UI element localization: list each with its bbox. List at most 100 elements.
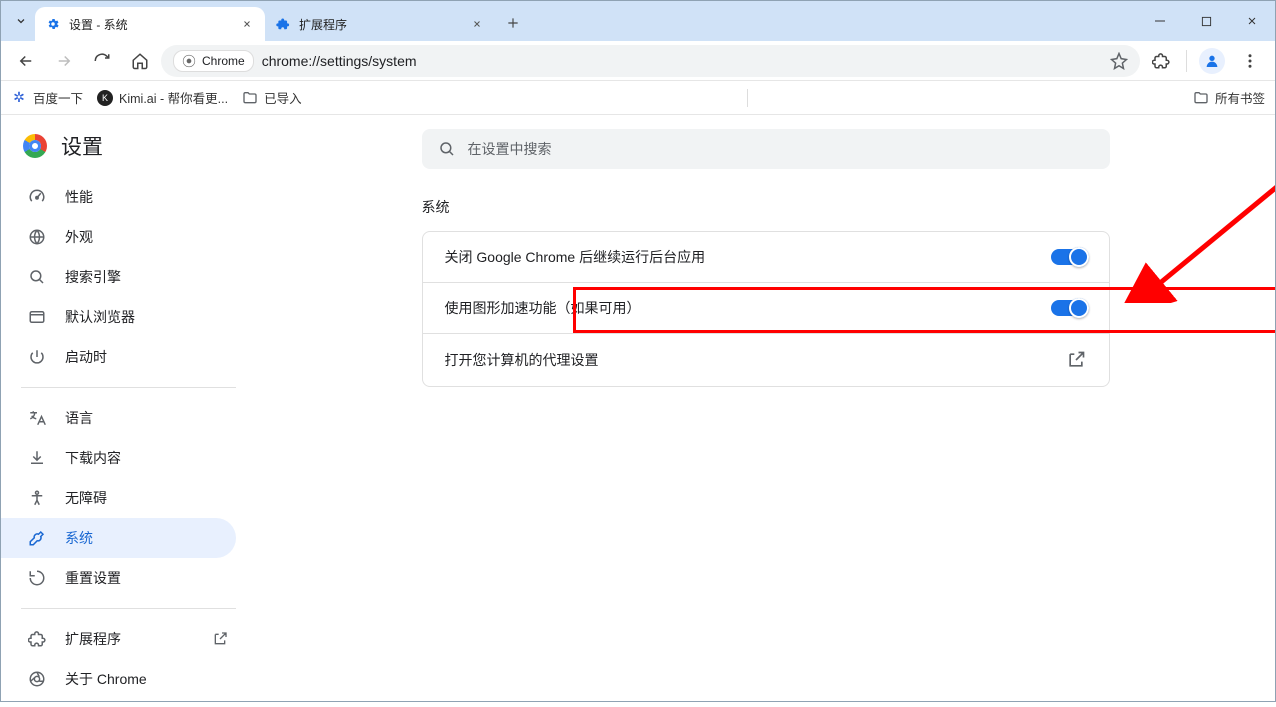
wrench-icon xyxy=(27,528,47,548)
settings-title: 设置 xyxy=(61,131,103,161)
setting-row-label: 打开您计算机的代理设置 xyxy=(445,350,599,370)
kebab-icon xyxy=(1241,52,1259,70)
forward-button[interactable] xyxy=(47,44,81,78)
sidebar-item-label: 下载内容 xyxy=(65,448,121,468)
sidebar-item-language[interactable]: 语言 xyxy=(1,398,236,438)
close-window-button[interactable] xyxy=(1229,1,1275,41)
window-controls xyxy=(1137,1,1275,41)
sidebar-item-extensions[interactable]: 扩展程序 xyxy=(1,619,236,659)
all-bookmarks-button[interactable]: 所有书签 xyxy=(1193,88,1265,107)
power-icon xyxy=(27,347,47,367)
tab-close-button[interactable] xyxy=(469,16,485,32)
gear-icon xyxy=(45,16,61,32)
sidebar-item-label: 关于 Chrome xyxy=(65,669,147,689)
window-titlebar: 设置 - 系统 扩展程序 xyxy=(1,1,1275,41)
sidebar-item-system[interactable]: 系统 xyxy=(1,518,236,558)
setting-row-hardware-accel: 使用图形加速功能（如果可用） xyxy=(423,283,1109,334)
hardware-accel-toggle[interactable] xyxy=(1051,300,1087,316)
settings-header: 设置 xyxy=(1,115,256,177)
back-button[interactable] xyxy=(9,44,43,78)
background-apps-toggle[interactable] xyxy=(1051,249,1087,265)
sidebar-item-label: 性能 xyxy=(65,187,93,207)
address-bar[interactable]: Chrome chrome://settings/system xyxy=(161,45,1140,77)
system-settings-card: 关闭 Google Chrome 后继续运行后台应用 使用图形加速功能（如果可用… xyxy=(422,231,1110,387)
chrome-menu-button[interactable] xyxy=(1233,44,1267,78)
setting-row-label: 使用图形加速功能（如果可用） xyxy=(445,298,641,318)
settings-search-input[interactable]: 在设置中搜索 xyxy=(422,129,1110,169)
accessibility-icon xyxy=(27,488,47,508)
sidebar-item-downloads[interactable]: 下载内容 xyxy=(1,438,236,478)
globe-icon xyxy=(27,227,47,247)
puzzle-icon xyxy=(1152,52,1170,70)
new-tab-button[interactable] xyxy=(499,9,527,37)
reload-button[interactable] xyxy=(85,44,119,78)
puzzle-icon xyxy=(275,16,291,32)
all-bookmarks-label: 所有书签 xyxy=(1215,88,1265,107)
bookmarks-bar: ✲ 百度一下 K Kimi.ai - 帮你看更... 已导入 所有书签 xyxy=(1,81,1275,115)
settings-nav[interactable]: 性能 外观 搜索引擎 默认浏览器 启动时 语言 xyxy=(1,177,256,707)
tab-close-button[interactable] xyxy=(239,16,255,32)
bookmark-item[interactable]: K Kimi.ai - 帮你看更... xyxy=(97,88,228,107)
bookmark-label: 百度一下 xyxy=(33,88,83,107)
person-icon xyxy=(1204,53,1220,69)
plus-icon xyxy=(506,16,520,30)
sidebar-item-label: 搜索引擎 xyxy=(65,267,121,287)
chrome-icon xyxy=(182,54,196,68)
bookmarks-divider xyxy=(747,89,748,107)
tab-title: 扩展程序 xyxy=(299,16,461,33)
puzzle-icon xyxy=(27,629,47,649)
browser-tab[interactable]: 扩展程序 xyxy=(265,7,495,41)
setting-row-proxy[interactable]: 打开您计算机的代理设置 xyxy=(423,334,1109,386)
sidebar-item-label: 扩展程序 xyxy=(65,629,121,649)
sidebar-item-label: 无障碍 xyxy=(65,488,107,508)
chrome-logo-icon xyxy=(23,134,47,158)
sidebar-item-default-browser[interactable]: 默认浏览器 xyxy=(1,297,236,337)
browser-tab[interactable]: 设置 - 系统 xyxy=(35,7,265,41)
bookmark-item[interactable]: ✲ 百度一下 xyxy=(11,88,83,107)
home-button[interactable] xyxy=(123,44,157,78)
search-icon xyxy=(438,140,456,158)
extensions-button[interactable] xyxy=(1144,44,1178,78)
star-icon xyxy=(1110,52,1128,70)
toolbar-divider xyxy=(1186,50,1187,72)
bookmark-star-button[interactable] xyxy=(1110,52,1128,70)
site-info-label: Chrome xyxy=(202,54,245,68)
site-info-chip[interactable]: Chrome xyxy=(173,50,254,72)
sidebar-item-search-engine[interactable]: 搜索引擎 xyxy=(1,257,236,297)
open-external-icon xyxy=(1065,349,1087,371)
sidebar-item-label: 外观 xyxy=(65,227,93,247)
reload-icon xyxy=(93,52,111,70)
minimize-button[interactable] xyxy=(1137,1,1183,41)
sidebar-item-label: 系统 xyxy=(65,528,93,548)
close-icon xyxy=(1246,15,1258,27)
chrome-icon xyxy=(27,669,47,689)
settings-search-placeholder: 在设置中搜索 xyxy=(468,139,552,159)
speedometer-icon xyxy=(27,187,47,207)
section-heading: 系统 xyxy=(422,197,1110,217)
arrow-right-icon xyxy=(55,52,73,70)
sidebar-item-about-chrome[interactable]: 关于 Chrome xyxy=(1,659,236,699)
profile-button[interactable] xyxy=(1195,44,1229,78)
close-icon xyxy=(472,19,482,29)
sidebar-item-performance[interactable]: 性能 xyxy=(1,177,236,217)
bookmark-label: 已导入 xyxy=(264,88,302,107)
download-icon xyxy=(27,448,47,468)
sidebar-divider xyxy=(21,387,236,388)
chevron-down-icon xyxy=(15,15,27,27)
setting-row-label: 关闭 Google Chrome 后继续运行后台应用 xyxy=(445,247,706,267)
tab-title: 设置 - 系统 xyxy=(69,16,231,33)
browser-toolbar: Chrome chrome://settings/system xyxy=(1,41,1275,81)
home-icon xyxy=(131,52,149,70)
sidebar-divider xyxy=(21,608,236,609)
sidebar-item-label: 重置设置 xyxy=(65,568,121,588)
folder-icon xyxy=(242,90,258,106)
tabstrip-dropdown-button[interactable] xyxy=(7,7,35,35)
sidebar-item-startup[interactable]: 启动时 xyxy=(1,337,236,377)
sidebar-item-appearance[interactable]: 外观 xyxy=(1,217,236,257)
sidebar-item-accessibility[interactable]: 无障碍 xyxy=(1,478,236,518)
sidebar-item-reset[interactable]: 重置设置 xyxy=(1,558,236,598)
maximize-icon xyxy=(1201,16,1212,27)
bookmark-folder[interactable]: 已导入 xyxy=(242,88,302,107)
maximize-button[interactable] xyxy=(1183,1,1229,41)
settings-main-panel: 在设置中搜索 系统 关闭 Google Chrome 后继续运行后台应用 使用图… xyxy=(256,115,1275,701)
